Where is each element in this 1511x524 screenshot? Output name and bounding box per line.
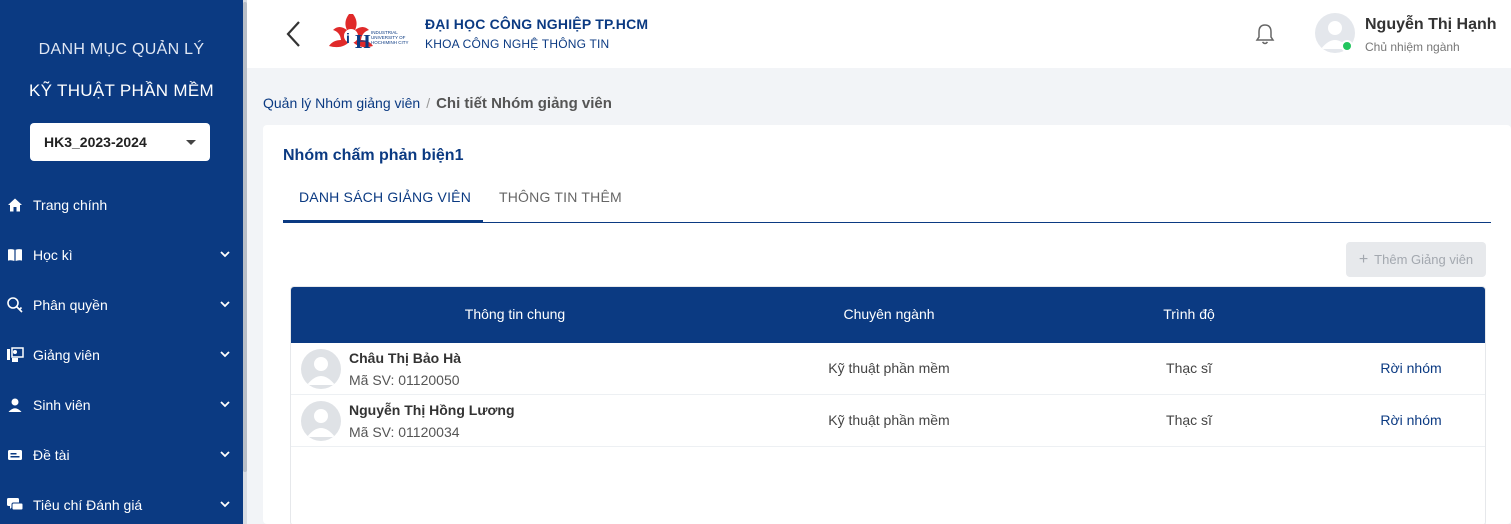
add-lecturer-label: Thêm Giảng viên [1374, 252, 1474, 267]
lecturer-code: Mã SV: 01120050 [349, 372, 460, 388]
tab-lecturer-list[interactable]: DANH SÁCH GIẢNG VIÊN [299, 189, 471, 205]
sidebar-item-label: Phân quyền [33, 297, 108, 313]
semester-select[interactable]: HK3_2023-2024 [30, 123, 210, 161]
tab-more-info[interactable]: THÔNG TIN THÊM [499, 189, 622, 205]
breadcrumb-parent-link[interactable]: Quản lý Nhóm giảng viên [263, 95, 420, 111]
column-header-major: Chuyên ngành [843, 306, 935, 322]
chevron-down-icon [219, 497, 231, 513]
chevron-down-icon [219, 347, 231, 363]
student-icon [6, 396, 24, 414]
lecturer-code: Mã SV: 01120034 [349, 424, 460, 440]
home-icon [6, 196, 24, 214]
svg-text:HOCHIMINH CITY: HOCHIMINH CITY [371, 40, 409, 45]
user-name: Nguyễn Thị Hạnh [1365, 16, 1497, 33]
chat-icon [6, 496, 24, 514]
key-search-icon [6, 296, 24, 314]
chevron-down-icon [219, 447, 231, 463]
lecturer-degree: Thạc sĩ [1166, 360, 1212, 376]
add-lecturer-button[interactable]: + Thêm Giảng viên [1346, 242, 1486, 277]
back-arrow-icon[interactable] [285, 20, 303, 53]
group-detail-card: Nhóm chấm phản biện1 DANH SÁCH GIẢNG VIÊ… [263, 125, 1511, 524]
table-header: Thông tin chung Chuyên ngành Trình độ [291, 287, 1485, 343]
column-header-general-info: Thông tin chung [464, 306, 566, 322]
sidebar-item-label: Giảng viên [33, 347, 100, 363]
caret-down-icon [186, 140, 196, 145]
svg-text:i: i [346, 30, 350, 46]
sidebar: DANH MỤC QUẢN LÝ KỸ THUẬT PHẦN MỀM HK3_2… [0, 0, 243, 524]
svg-text:H: H [355, 31, 371, 53]
tab-bar: DANH SÁCH GIẢNG VIÊN THÔNG TIN THÊM [283, 177, 1491, 223]
lecturer-table: Thông tin chung Chuyên ngành Trình độ Ch… [290, 286, 1486, 524]
column-header-degree: Trình độ [1163, 306, 1215, 322]
page-title: Nhóm chấm phản biện1 [283, 147, 464, 164]
sidebar-item-criteria[interactable]: Tiêu chí Đánh giá [0, 490, 243, 520]
leave-group-link[interactable]: Rời nhóm [1339, 360, 1483, 376]
breadcrumb-separator: / [426, 95, 431, 111]
active-tab-indicator [283, 220, 483, 223]
sidebar-item-home[interactable]: Trang chính [0, 190, 243, 220]
breadcrumb: Quản lý Nhóm giảng viên / Chi tiết Nhóm gi… [263, 95, 612, 112]
sidebar-item-label: Học kì [33, 247, 73, 263]
table-row: Châu Thị Bảo Hà Mã SV: 01120050 Kỹ thuật… [291, 343, 1485, 395]
teacher-icon [6, 346, 24, 364]
semester-select-value: HK3_2023-2024 [44, 134, 147, 150]
sidebar-subtitle: KỸ THUẬT PHẦN MỀM [29, 81, 214, 100]
sidebar-item-label: Trang chính [33, 197, 108, 213]
sidebar-title: DANH MỤC QUẢN LÝ [38, 41, 205, 58]
plus-icon: + [1358, 250, 1369, 268]
avatar [301, 401, 341, 441]
lecturer-name: Nguyễn Thị Hồng Lương [349, 402, 515, 418]
leave-group-link[interactable]: Rời nhóm [1339, 412, 1483, 428]
top-header: i H INDUSTRIAL UNIVERSITY OF HOCHIMINH C… [247, 0, 1511, 68]
chevron-down-icon [219, 397, 231, 413]
university-logo: i H INDUSTRIAL UNIVERSITY OF HOCHIMINH C… [327, 12, 423, 56]
table-row: Nguyễn Thị Hồng Lương Mã SV: 01120034 Kỹ… [291, 395, 1485, 447]
chevron-down-icon [219, 247, 231, 263]
lecturer-degree: Thạc sĩ [1166, 412, 1212, 428]
sidebar-item-label: Đề tài [33, 447, 70, 463]
user-role: Chủ nhiệm ngành [1365, 40, 1460, 54]
sidebar-item-students[interactable]: Sinh viên [0, 390, 243, 420]
topic-card-icon [6, 446, 24, 464]
breadcrumb-current: Chi tiết Nhóm giảng viên [436, 95, 612, 112]
sidebar-item-label: Sinh viên [33, 397, 91, 413]
university-name: ĐẠI HỌC CÔNG NGHIỆP TP.HCM [425, 16, 649, 32]
bell-icon[interactable] [1255, 23, 1275, 50]
sidebar-item-topics[interactable]: Đề tài [0, 440, 243, 470]
lecturer-major: Kỹ thuật phần mềm [828, 412, 950, 428]
online-status-dot [1341, 40, 1353, 52]
faculty-name: KHOA CÔNG NGHỆ THÔNG TIN [425, 37, 610, 51]
lecturer-name: Châu Thị Bảo Hà [349, 350, 462, 366]
sidebar-item-label: Tiêu chí Đánh giá [33, 497, 143, 513]
chevron-down-icon [219, 297, 231, 313]
sidebar-item-permissions[interactable]: Phân quyền [0, 290, 243, 320]
avatar [301, 349, 341, 389]
sidebar-scrollbar[interactable] [243, 0, 247, 524]
lecturer-major: Kỹ thuật phần mềm [828, 360, 950, 376]
sidebar-item-lecturers[interactable]: Giảng viên [0, 340, 243, 370]
sidebar-item-semester[interactable]: Học kì [0, 240, 243, 270]
book-icon [6, 246, 24, 264]
